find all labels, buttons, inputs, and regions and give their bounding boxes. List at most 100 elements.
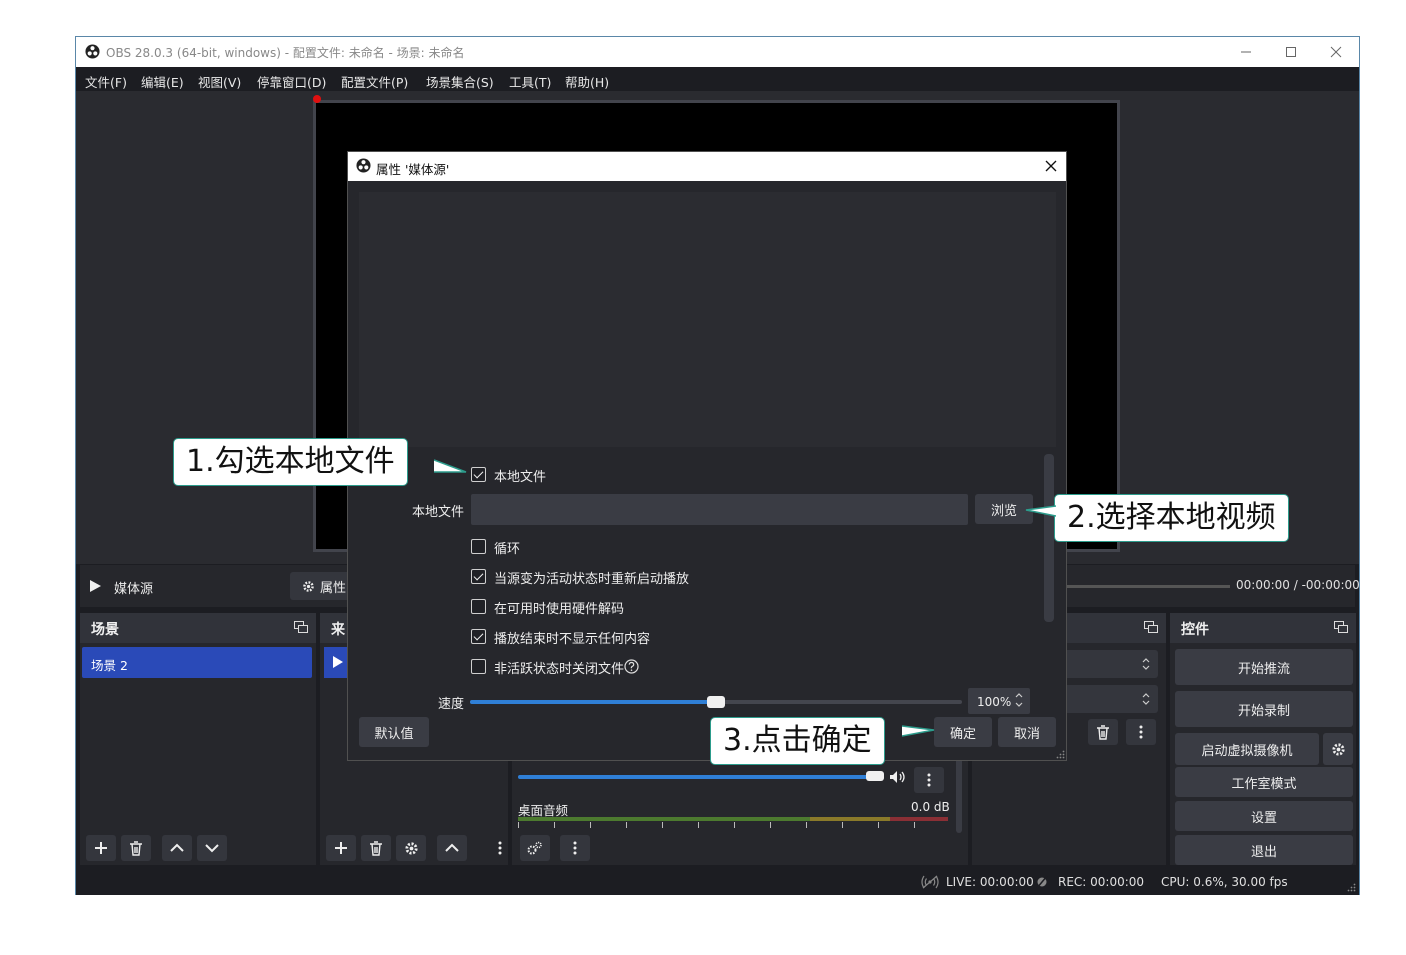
scene-up-button[interactable]: [162, 835, 192, 861]
speed-slider[interactable]: [470, 696, 962, 708]
exit-button[interactable]: 退出: [1175, 835, 1353, 865]
mixer-scrollbar[interactable]: [956, 753, 962, 833]
callout-step1-pointer: [434, 459, 467, 473]
menu-help[interactable]: 帮助(H): [565, 72, 609, 91]
media-time: 00:00:00 / -00:00:00: [1236, 578, 1360, 592]
hardware-decoding-label: 在可用时使用硬件解码: [494, 602, 625, 617]
menu-bar: 文件(F) 编辑(E) 视图(V) 停靠窗口(D) 配置文件(P) 场景集合(S…: [76, 67, 1359, 91]
speaker-icon[interactable]: [889, 770, 907, 784]
live-broadcast-icon: [921, 875, 939, 889]
menu-edit[interactable]: 编辑(E): [141, 72, 184, 91]
dialog-preview: [359, 192, 1056, 447]
restart-on-activate-label: 当源变为活动状态时重新启动播放: [494, 572, 690, 587]
callout-step1: 1.勾选本地文件: [173, 438, 408, 486]
speed-slider-fill: [470, 700, 716, 704]
close-button[interactable]: [1313, 37, 1359, 67]
audio-level-meter: [518, 817, 948, 821]
undock-icon[interactable]: [294, 621, 308, 633]
scene-down-button[interactable]: [197, 835, 227, 861]
callout-step3-pointer: [902, 725, 935, 737]
media-source-icon: [333, 656, 343, 668]
properties-label: 属性: [320, 580, 347, 596]
rec-status: REC: 00:00:00: [1058, 875, 1145, 889]
source-up-button[interactable]: [437, 835, 467, 861]
dialog-scrollbar[interactable]: [1044, 454, 1054, 622]
gear-icon: [1331, 742, 1345, 756]
virtual-camera-settings-button[interactable]: [1323, 733, 1353, 765]
play-icon[interactable]: [89, 579, 102, 593]
controls-dock: 控件 开始推流 开始录制 启动虚拟摄像机 工作室模式 设置 退出: [1170, 613, 1356, 865]
ok-button[interactable]: 确定: [934, 717, 992, 747]
scene-item-label: 场景 2: [91, 658, 128, 673]
resize-grip-icon[interactable]: [1056, 750, 1065, 759]
sources-dock-footer: [324, 835, 508, 865]
gear-icon: [404, 841, 418, 855]
menu-scene-collection[interactable]: 场景集合(S): [426, 72, 494, 91]
speed-slider-handle[interactable]: [707, 696, 725, 708]
defaults-button[interactable]: 默认值: [359, 717, 429, 747]
add-source-button[interactable]: [326, 835, 356, 861]
sources-dock-title: 来: [331, 622, 345, 638]
undock-icon[interactable]: [1334, 621, 1348, 633]
advanced-audio-button[interactable]: [520, 835, 550, 861]
menu-profile[interactable]: 配置文件(P): [341, 72, 408, 91]
gears-icon: [527, 841, 542, 855]
hardware-decoding-checkbox[interactable]: [471, 599, 486, 614]
minimize-button[interactable]: [1223, 37, 1269, 67]
scenes-dock-header: 场景: [80, 613, 316, 643]
studio-mode-button[interactable]: 工作室模式: [1175, 767, 1353, 797]
menu-docks[interactable]: 停靠窗口(D): [257, 72, 326, 91]
dialog-close-button[interactable]: [1038, 154, 1064, 178]
scene-item[interactable]: 场景 2: [82, 647, 312, 678]
help-icon[interactable]: [624, 659, 639, 674]
mixer-more-button[interactable]: [914, 767, 944, 793]
start-virtual-camera-button[interactable]: 启动虚拟摄像机: [1175, 733, 1319, 765]
more-options-icon: [927, 773, 931, 787]
undock-icon[interactable]: [1144, 621, 1158, 633]
selection-handle[interactable]: [313, 95, 321, 103]
close-inactive-checkbox[interactable]: [471, 659, 486, 674]
restart-on-activate-checkbox[interactable]: [471, 569, 486, 584]
loop-checkbox[interactable]: [471, 539, 486, 554]
remove-source-button[interactable]: [361, 835, 391, 861]
remove-transition-button[interactable]: [1088, 719, 1118, 745]
speed-label: 速度: [438, 697, 465, 712]
start-recording-button[interactable]: 开始录制: [1175, 691, 1353, 727]
mixer-menu-button[interactable]: [560, 835, 590, 861]
obs-logo-icon: [356, 158, 371, 173]
local-file-checkbox[interactable]: [471, 467, 486, 482]
controls-dock-header: 控件: [1170, 613, 1356, 643]
record-off-icon: [1036, 875, 1048, 889]
maximize-button[interactable]: [1268, 37, 1314, 67]
cancel-button[interactable]: 取消: [998, 717, 1056, 747]
resize-grip-icon[interactable]: [1347, 883, 1356, 892]
speed-spinbox[interactable]: 100%: [968, 688, 1030, 714]
transition-more-button[interactable]: [1126, 719, 1156, 745]
media-progress-bar[interactable]: [1060, 585, 1230, 588]
close-inactive-label: 非活跃状态时关闭文件: [494, 662, 625, 677]
more-options-icon[interactable]: [494, 835, 506, 861]
chevron-down-icon: [205, 844, 219, 853]
close-icon: [1045, 160, 1057, 172]
source-properties-button[interactable]: [396, 835, 426, 861]
menu-tools[interactable]: 工具(T): [509, 72, 551, 91]
audio-track-db: 0.0 dB: [911, 800, 950, 814]
gear-icon: [303, 580, 314, 592]
remove-scene-button[interactable]: [121, 835, 151, 861]
start-streaming-button[interactable]: 开始推流: [1175, 649, 1353, 685]
menu-view[interactable]: 视图(V): [198, 72, 241, 91]
volume-slider-handle[interactable]: [866, 771, 884, 781]
loop-label: 循环: [494, 542, 521, 557]
live-status: LIVE: 00:00:00: [946, 875, 1034, 889]
window-title: OBS 28.0.3 (64-bit, windows) - 配置文件: 未命名…: [106, 46, 465, 60]
settings-button[interactable]: 设置: [1175, 801, 1353, 831]
local-file-path-input[interactable]: [471, 494, 968, 525]
mixer-dock-footer: [518, 835, 618, 865]
add-scene-button[interactable]: [86, 835, 116, 861]
hide-on-end-checkbox[interactable]: [471, 629, 486, 644]
audio-meter-ticks: [518, 822, 948, 828]
local-file-checkbox-label: 本地文件: [494, 470, 547, 485]
menu-file[interactable]: 文件(F): [85, 72, 127, 91]
volume-slider[interactable]: [518, 775, 874, 779]
trash-icon: [1097, 724, 1109, 740]
